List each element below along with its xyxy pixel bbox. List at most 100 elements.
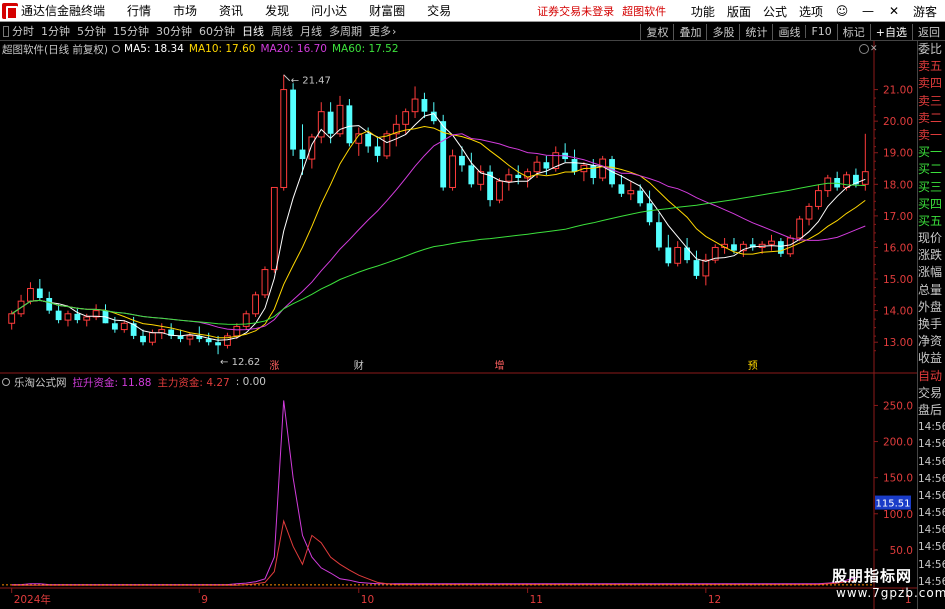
- candle-down: [140, 335, 146, 343]
- side-panel-item: 14:56: [918, 455, 945, 468]
- candle-down: [74, 313, 81, 321]
- candle-up: [83, 316, 91, 321]
- menu-item-news[interactable]: 资讯: [219, 2, 243, 19]
- candle-up: [411, 98, 419, 113]
- side-panel-item: 收益: [918, 351, 943, 366]
- side-panel-item: 卖二: [918, 110, 943, 125]
- side-panel-item: 买三: [918, 179, 943, 194]
- side-panel-item: 委比: [918, 42, 943, 56]
- period-monthly[interactable]: 月线: [300, 23, 322, 39]
- software-status[interactable]: 超图软件: [622, 3, 666, 19]
- menu-item-discover[interactable]: 发现: [265, 2, 289, 19]
- settings-icon[interactable]: [859, 44, 869, 54]
- side-panel-item: 14:56: [918, 438, 945, 451]
- menu-item-quotes[interactable]: 行情: [127, 2, 151, 19]
- menu-item-options[interactable]: 选项: [799, 3, 823, 20]
- indicator-name[interactable]: 乐淘公式网: [14, 375, 67, 390]
- draw-line-button[interactable]: 画线: [772, 23, 805, 40]
- side-panel-item: 买一: [918, 145, 943, 160]
- sub-y-tick-label: 250.0: [883, 400, 913, 412]
- close-icon[interactable]: ✕: [887, 4, 901, 18]
- side-panel-item: 现价: [918, 231, 943, 246]
- sub-y-tick-label: 150.0: [883, 473, 913, 485]
- candle-up: [148, 332, 156, 343]
- f10-button[interactable]: F10: [805, 25, 836, 38]
- side-panel-item: 14:56: [918, 472, 945, 485]
- y-tick-label: 21.00: [883, 85, 913, 97]
- period-daily[interactable]: 日线: [242, 23, 264, 39]
- x-tick-label: 9: [201, 594, 208, 606]
- period-15min[interactable]: 15分钟: [113, 23, 149, 39]
- add-favorite-button[interactable]: +自选: [869, 23, 912, 40]
- side-panel-item: 买二: [918, 162, 943, 177]
- side-panel-item: 净资: [918, 334, 943, 349]
- candle-down: [205, 339, 212, 343]
- sub-y-tick-label: 200.0: [883, 437, 913, 449]
- candle-down: [665, 247, 672, 264]
- candle-down: [637, 190, 644, 204]
- restore-rights-button[interactable]: 复权: [640, 23, 673, 40]
- kline-chart[interactable]: 21.00 20.00 19.00 18.00 17.00 16.00 15.00 14.00…: [0, 41, 917, 609]
- login-status[interactable]: 证券交易未登录: [537, 3, 614, 19]
- menu-item-ask[interactable]: 问小达: [311, 2, 347, 19]
- period-multi[interactable]: 多周期: [329, 23, 362, 39]
- menu-item-trade[interactable]: 交易: [427, 2, 451, 19]
- overlay-button[interactable]: 叠加: [673, 23, 706, 40]
- sub-series-line: [11, 400, 857, 586]
- side-panel-item: 买五: [918, 213, 943, 228]
- sub-series-line: [11, 519, 856, 586]
- period-60min[interactable]: 60分钟: [199, 23, 235, 39]
- candle-down: [55, 310, 62, 321]
- sub-indicator-toggle-icon[interactable]: [2, 378, 10, 386]
- x-tick-label: 12: [708, 594, 721, 606]
- period-intraday[interactable]: 分时: [12, 23, 34, 39]
- menu-item-wealth[interactable]: 财富圈: [369, 2, 405, 19]
- candle-up: [64, 313, 72, 321]
- period-weekly[interactable]: 周线: [271, 23, 293, 39]
- candle-up: [8, 313, 16, 324]
- menu-item-formula[interactable]: 公式: [763, 3, 787, 20]
- close-chart-icon[interactable]: ✕: [870, 44, 878, 54]
- guest-label[interactable]: 游客: [913, 3, 937, 20]
- indicator-toggle-icon[interactable]: [112, 45, 121, 53]
- statistics-button[interactable]: 统计: [739, 23, 772, 40]
- minimize-icon[interactable]: —: [861, 4, 875, 18]
- side-panel-item: 卖三: [918, 93, 943, 108]
- x-tick-label: 11: [530, 594, 543, 606]
- period-more[interactable]: 更多: [369, 23, 391, 39]
- period-30min[interactable]: 30分钟: [156, 23, 192, 39]
- menu-item-function[interactable]: 功能: [691, 3, 715, 20]
- multi-stock-button[interactable]: 多股: [706, 23, 739, 40]
- side-panel-item: 卖四: [918, 76, 943, 91]
- candle-up: [674, 246, 682, 264]
- period-5min[interactable]: 5分钟: [77, 23, 106, 39]
- menu-item-market[interactable]: 市场: [173, 2, 197, 19]
- menu-item-layout[interactable]: 版面: [727, 3, 751, 20]
- candle-up: [383, 133, 391, 157]
- sub-y-tick-label: 50.0: [890, 545, 913, 557]
- candle-down: [684, 247, 690, 261]
- period-1min[interactable]: 1分钟: [41, 23, 70, 39]
- mark-button[interactable]: 标记: [836, 23, 870, 40]
- back-button[interactable]: 返回: [912, 23, 945, 40]
- side-panel-item: 交易: [918, 385, 943, 400]
- user-icon[interactable]: ☺: [835, 4, 849, 18]
- candle-up: [449, 155, 456, 188]
- side-panel-item: 换手: [918, 317, 943, 331]
- candle-up: [805, 205, 813, 220]
- menu-bar: 通达信金融终端 行情 市场 资讯 发现 问小达 财富圈 交易 证券交易未登录 超…: [0, 0, 945, 22]
- candle-down: [290, 89, 297, 150]
- candle-down: [327, 111, 334, 134]
- candle-up: [505, 174, 513, 182]
- side-panel-item: 外盘: [918, 299, 943, 314]
- candle-down: [590, 165, 597, 178]
- app-logo-icon: [2, 2, 18, 20]
- candle-up: [824, 177, 832, 192]
- candle-down: [646, 203, 653, 223]
- candle-down: [571, 159, 578, 172]
- sidebar-toggle-icon[interactable]: [3, 25, 9, 37]
- main-chart-header: 超图软件(日线 前复权) MA5: 18.34 MA10: 17.60 MA20…: [2, 42, 399, 56]
- side-panel-item: 涨跌: [918, 248, 943, 263]
- candle-up: [252, 294, 259, 315]
- more-arrow-icon[interactable]: ›: [392, 25, 396, 38]
